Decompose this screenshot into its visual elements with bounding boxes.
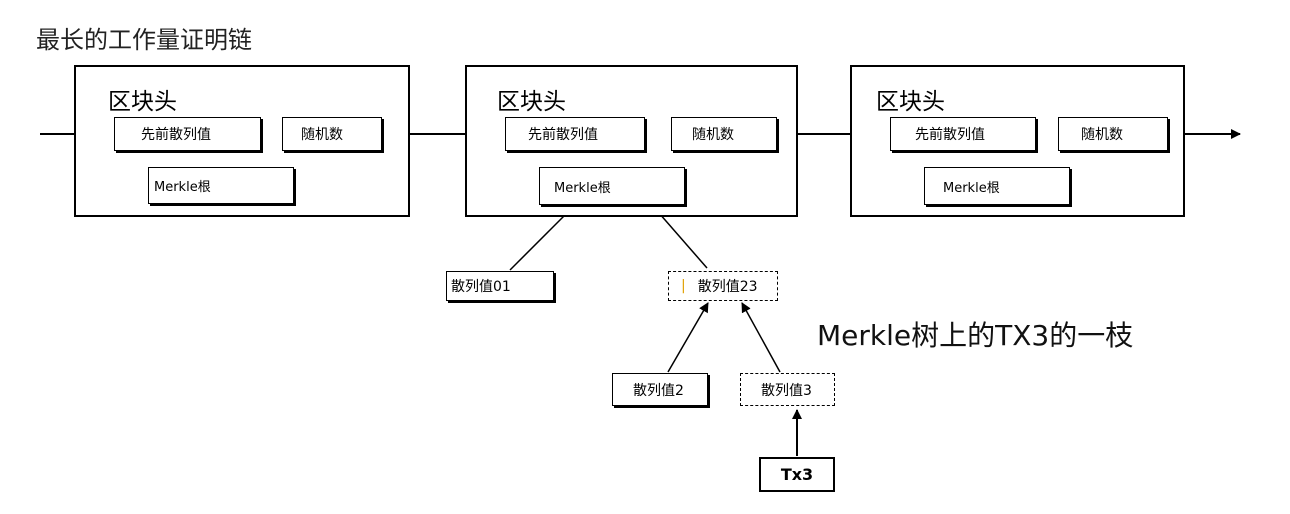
nonce-label: 随机数 — [692, 127, 734, 143]
block-header-1: 区块头 先前散列值 随机数 Merkle根 — [74, 65, 410, 217]
tx3-box: Tx3 — [759, 457, 835, 492]
hash2-box: 散列值2 — [612, 373, 708, 406]
merkle-root-label: Merkle根 — [154, 180, 211, 195]
block-header-3: 区块头 先前散列值 随机数 Merkle根 — [850, 65, 1185, 217]
prev-hash-box: 先前散列值 — [114, 117, 261, 151]
tx3-label: Tx3 — [780, 465, 814, 484]
hash2-label: 散列值2 — [633, 382, 684, 399]
merkle-root-label: Merkle根 — [943, 180, 1000, 196]
prev-hash-label: 先前散列值 — [915, 127, 985, 143]
diagram-title: 最长的工作量证明链 — [36, 26, 252, 54]
prev-hash-box: 先前散列值 — [890, 117, 1036, 151]
hash3-label: 散列值3 — [761, 382, 812, 399]
marker-icon: | — [681, 278, 686, 294]
block-header-2: 区块头 先前散列值 随机数 Merkle根 — [465, 65, 798, 217]
merkle-root-box: Merkle根 — [539, 167, 685, 205]
hash23-label: 散列值23 — [697, 279, 758, 295]
nonce-label: 随机数 — [1081, 127, 1123, 143]
nonce-box: 随机数 — [282, 117, 382, 151]
merkle-root-box: Merkle根 — [148, 167, 294, 204]
hash23-box: | 散列值23 — [668, 271, 778, 301]
block-label: 区块头 — [108, 89, 177, 115]
prev-hash-label: 先前散列值 — [528, 127, 598, 143]
merkle-root-box: Merkle根 — [924, 167, 1070, 205]
blockchain-merkle-diagram: 最长的工作量证明链 区块头 先前散列值 随机数 Merkle根 区块头 先前散列… — [0, 0, 1290, 514]
block-label: 区块头 — [876, 89, 945, 115]
prev-hash-label: 先前散列值 — [141, 127, 211, 143]
branch-caption: Merkle树上的TX3的一枝 — [817, 319, 1134, 352]
tree-arrow-hash3 — [741, 302, 781, 373]
block-label: 区块头 — [497, 89, 566, 115]
nonce-label: 随机数 — [301, 127, 343, 143]
merkle-root-label: Merkle根 — [554, 180, 611, 196]
nonce-box: 随机数 — [671, 117, 777, 151]
hash01-label: 散列值01 — [451, 279, 511, 295]
nonce-box: 随机数 — [1058, 117, 1168, 151]
tree-arrow-hash2 — [667, 302, 709, 373]
prev-hash-box: 先前散列值 — [505, 117, 645, 151]
hash01-box: 散列值01 — [446, 271, 554, 301]
hash3-box: 散列值3 — [740, 373, 835, 406]
